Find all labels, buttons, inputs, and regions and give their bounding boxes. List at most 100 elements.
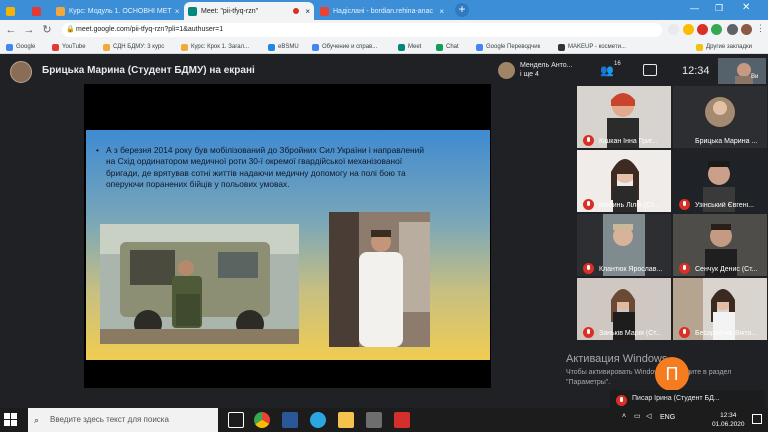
self-camera-label: Ви	[751, 74, 759, 80]
participant-tile[interactable]: Узінський Євгені...	[673, 150, 767, 212]
translate-icon	[476, 43, 483, 51]
bookmark-meet[interactable]: Meet	[398, 42, 421, 52]
youtube-icon	[52, 43, 59, 51]
participant-tile[interactable]: Бесарабчик Вікто...	[673, 278, 767, 340]
browser-tab-strip: Курс: Модуль 1. ОСНОВНІ МЕТ × Meet: "pii…	[0, 0, 768, 20]
participant-tile[interactable]: Брицька Марина ...	[673, 86, 767, 148]
bookmark-makeup[interactable]: MAKEUP - космети...	[558, 42, 626, 52]
profile-avatar[interactable]	[741, 24, 752, 35]
close-window-button[interactable]: ✕	[742, 2, 750, 13]
bookmark-learning[interactable]: Обучение и справ...	[312, 42, 377, 52]
bookmark-youtube[interactable]: YouTube	[52, 42, 86, 52]
search-icon: ⌕	[34, 415, 40, 425]
star-icon[interactable]	[668, 24, 679, 35]
makeup-icon	[558, 43, 565, 51]
reload-button[interactable]: ↻	[40, 23, 54, 37]
volume-icon[interactable]: ◁	[646, 412, 651, 420]
bookmark-google[interactable]: Google	[6, 42, 35, 52]
tab-label: Курс: Модуль 1. ОСНОВНІ МЕТ	[69, 7, 172, 15]
explorer-icon[interactable]	[338, 412, 354, 428]
new-tab-button[interactable]: +	[455, 3, 469, 17]
menu-icon[interactable]: ⋮	[756, 23, 765, 34]
gmail-icon	[320, 6, 329, 16]
extensions-icon[interactable]	[727, 24, 738, 35]
presenter-label: Брицька Марина (Студент БДМУ) на екрані	[42, 65, 255, 76]
tab-meet[interactable]: Meet: "pii-tfyq-rzn" ×	[184, 2, 314, 20]
forward-button[interactable]: →	[22, 23, 36, 37]
extension-icon[interactable]	[697, 24, 708, 35]
bookmark-sdn[interactable]: СДН БДМУ: 3 курс	[103, 42, 164, 52]
participant-avatar-badge[interactable]: П	[655, 357, 689, 391]
chevron-up-icon[interactable]: ˄	[622, 413, 626, 420]
extension-icon[interactable]	[711, 24, 722, 35]
drive-icon	[6, 6, 15, 16]
bookmark-ebsmu[interactable]: eBSMU	[268, 42, 299, 52]
tab-course[interactable]: Курс: Модуль 1. ОСНОВНІ МЕТ ×	[52, 2, 182, 20]
address-bar[interactable]: 🔒 meet.google.com/pii-tfyq-rzn?pli=1&aut…	[62, 23, 662, 37]
close-icon[interactable]: ×	[172, 7, 180, 16]
slide-photo-soldier	[100, 224, 299, 344]
participant-tile[interactable]: Заньків Марія (Ст...	[577, 278, 671, 340]
participant-tile[interactable]: Сенчук Денис (Ст...	[673, 214, 767, 276]
network-icon[interactable]: ▭	[634, 412, 641, 420]
presentation-slide: А з березня 2014 року був мобілізований …	[86, 130, 490, 360]
tab-youtube[interactable]	[28, 2, 50, 20]
participant-tile[interactable]: Молинь Лілія (Ст...	[577, 150, 671, 212]
back-button[interactable]: ←	[4, 23, 18, 37]
browser-toolbar: ← → ↻ 🔒 meet.google.com/pii-tfyq-rzn?pli…	[0, 20, 768, 40]
word-icon[interactable]	[282, 412, 298, 428]
windows-taskbar: ⌕ Введите здесь текст для поиска ˄ ▭ ◁ E…	[0, 408, 768, 432]
folder-icon	[696, 43, 703, 51]
taskbar-search-input[interactable]: ⌕ Введите здесь текст для поиска	[28, 408, 218, 432]
maximize-button[interactable]: ❐	[715, 3, 723, 14]
self-camera-tile: Ви	[718, 58, 766, 84]
meeting-clock: 12:34	[682, 65, 710, 77]
minimize-button[interactable]: —	[690, 3, 699, 13]
tab-drive[interactable]	[2, 2, 28, 20]
windows-activation-title: Активация Windows	[566, 353, 668, 365]
bookmark-krok[interactable]: Курс: Крок 1. Загал...	[181, 42, 249, 52]
participants-count: 16	[614, 61, 621, 67]
bookmark-other[interactable]: Другие закладки	[696, 42, 752, 52]
close-icon[interactable]: ×	[436, 7, 444, 16]
calculator-icon[interactable]	[366, 412, 382, 428]
ebsmu-icon	[268, 43, 275, 51]
chat-icon	[436, 43, 443, 51]
google-icon	[312, 43, 319, 51]
pdf-icon[interactable]	[394, 412, 410, 428]
participant-tile[interactable]: Кішкан Інна Григ...	[577, 86, 671, 148]
bookmark-translate[interactable]: Google Переводчик	[476, 42, 540, 52]
chat-icon[interactable]	[643, 64, 657, 76]
bookmark-chat[interactable]: Chat	[436, 42, 459, 52]
tab-gmail[interactable]: Надіслані - bordian.rehina-anac ×	[316, 2, 448, 20]
taskbar-clock[interactable]: 12:34 01.06.2020	[712, 411, 745, 429]
slide-text: А з березня 2014 року був мобілізований …	[96, 145, 426, 190]
tab-label: Meet: "pii-tfyq-rzn"	[201, 7, 259, 15]
meet-icon	[188, 6, 197, 16]
telegram-icon[interactable]	[310, 412, 326, 428]
close-icon[interactable]: ×	[302, 7, 310, 16]
self-avatar	[498, 62, 515, 79]
self-name: Мендель Анто... і ще 4	[520, 62, 573, 78]
meet-icon	[398, 43, 405, 51]
moodle-icon	[56, 6, 65, 16]
lock-icon: 🔒	[66, 26, 75, 33]
youtube-icon	[32, 6, 41, 16]
recording-icon	[293, 8, 300, 14]
screen-share: А з березня 2014 року був мобілізований …	[84, 84, 491, 388]
presenter-avatar	[10, 61, 32, 83]
language-indicator[interactable]: ENG	[660, 414, 675, 421]
notifications-icon[interactable]	[752, 414, 762, 424]
moodle-icon	[181, 43, 188, 51]
extension-icon[interactable]	[683, 24, 694, 35]
task-view-icon[interactable]	[228, 412, 244, 428]
moodle-icon	[103, 43, 110, 51]
participant-tile[interactable]: Клантюк Ярослав...	[577, 214, 671, 276]
self-preview[interactable]: Мендель Анто... і ще 4	[495, 58, 585, 84]
meet-window: Брицька Марина (Студент БДМУ) на екрані …	[0, 55, 768, 408]
chrome-icon[interactable]	[254, 412, 270, 428]
bookmarks-bar: Google YouTube СДН БДМУ: 3 курс Курс: Кр…	[0, 40, 768, 54]
participant-tile[interactable]: Писар Ірина (Студент БД...	[610, 390, 765, 408]
windows-start-icon[interactable]	[4, 413, 18, 427]
url-text: meet.google.com/pii-tfyq-rzn?pli=1&authu…	[76, 26, 224, 33]
